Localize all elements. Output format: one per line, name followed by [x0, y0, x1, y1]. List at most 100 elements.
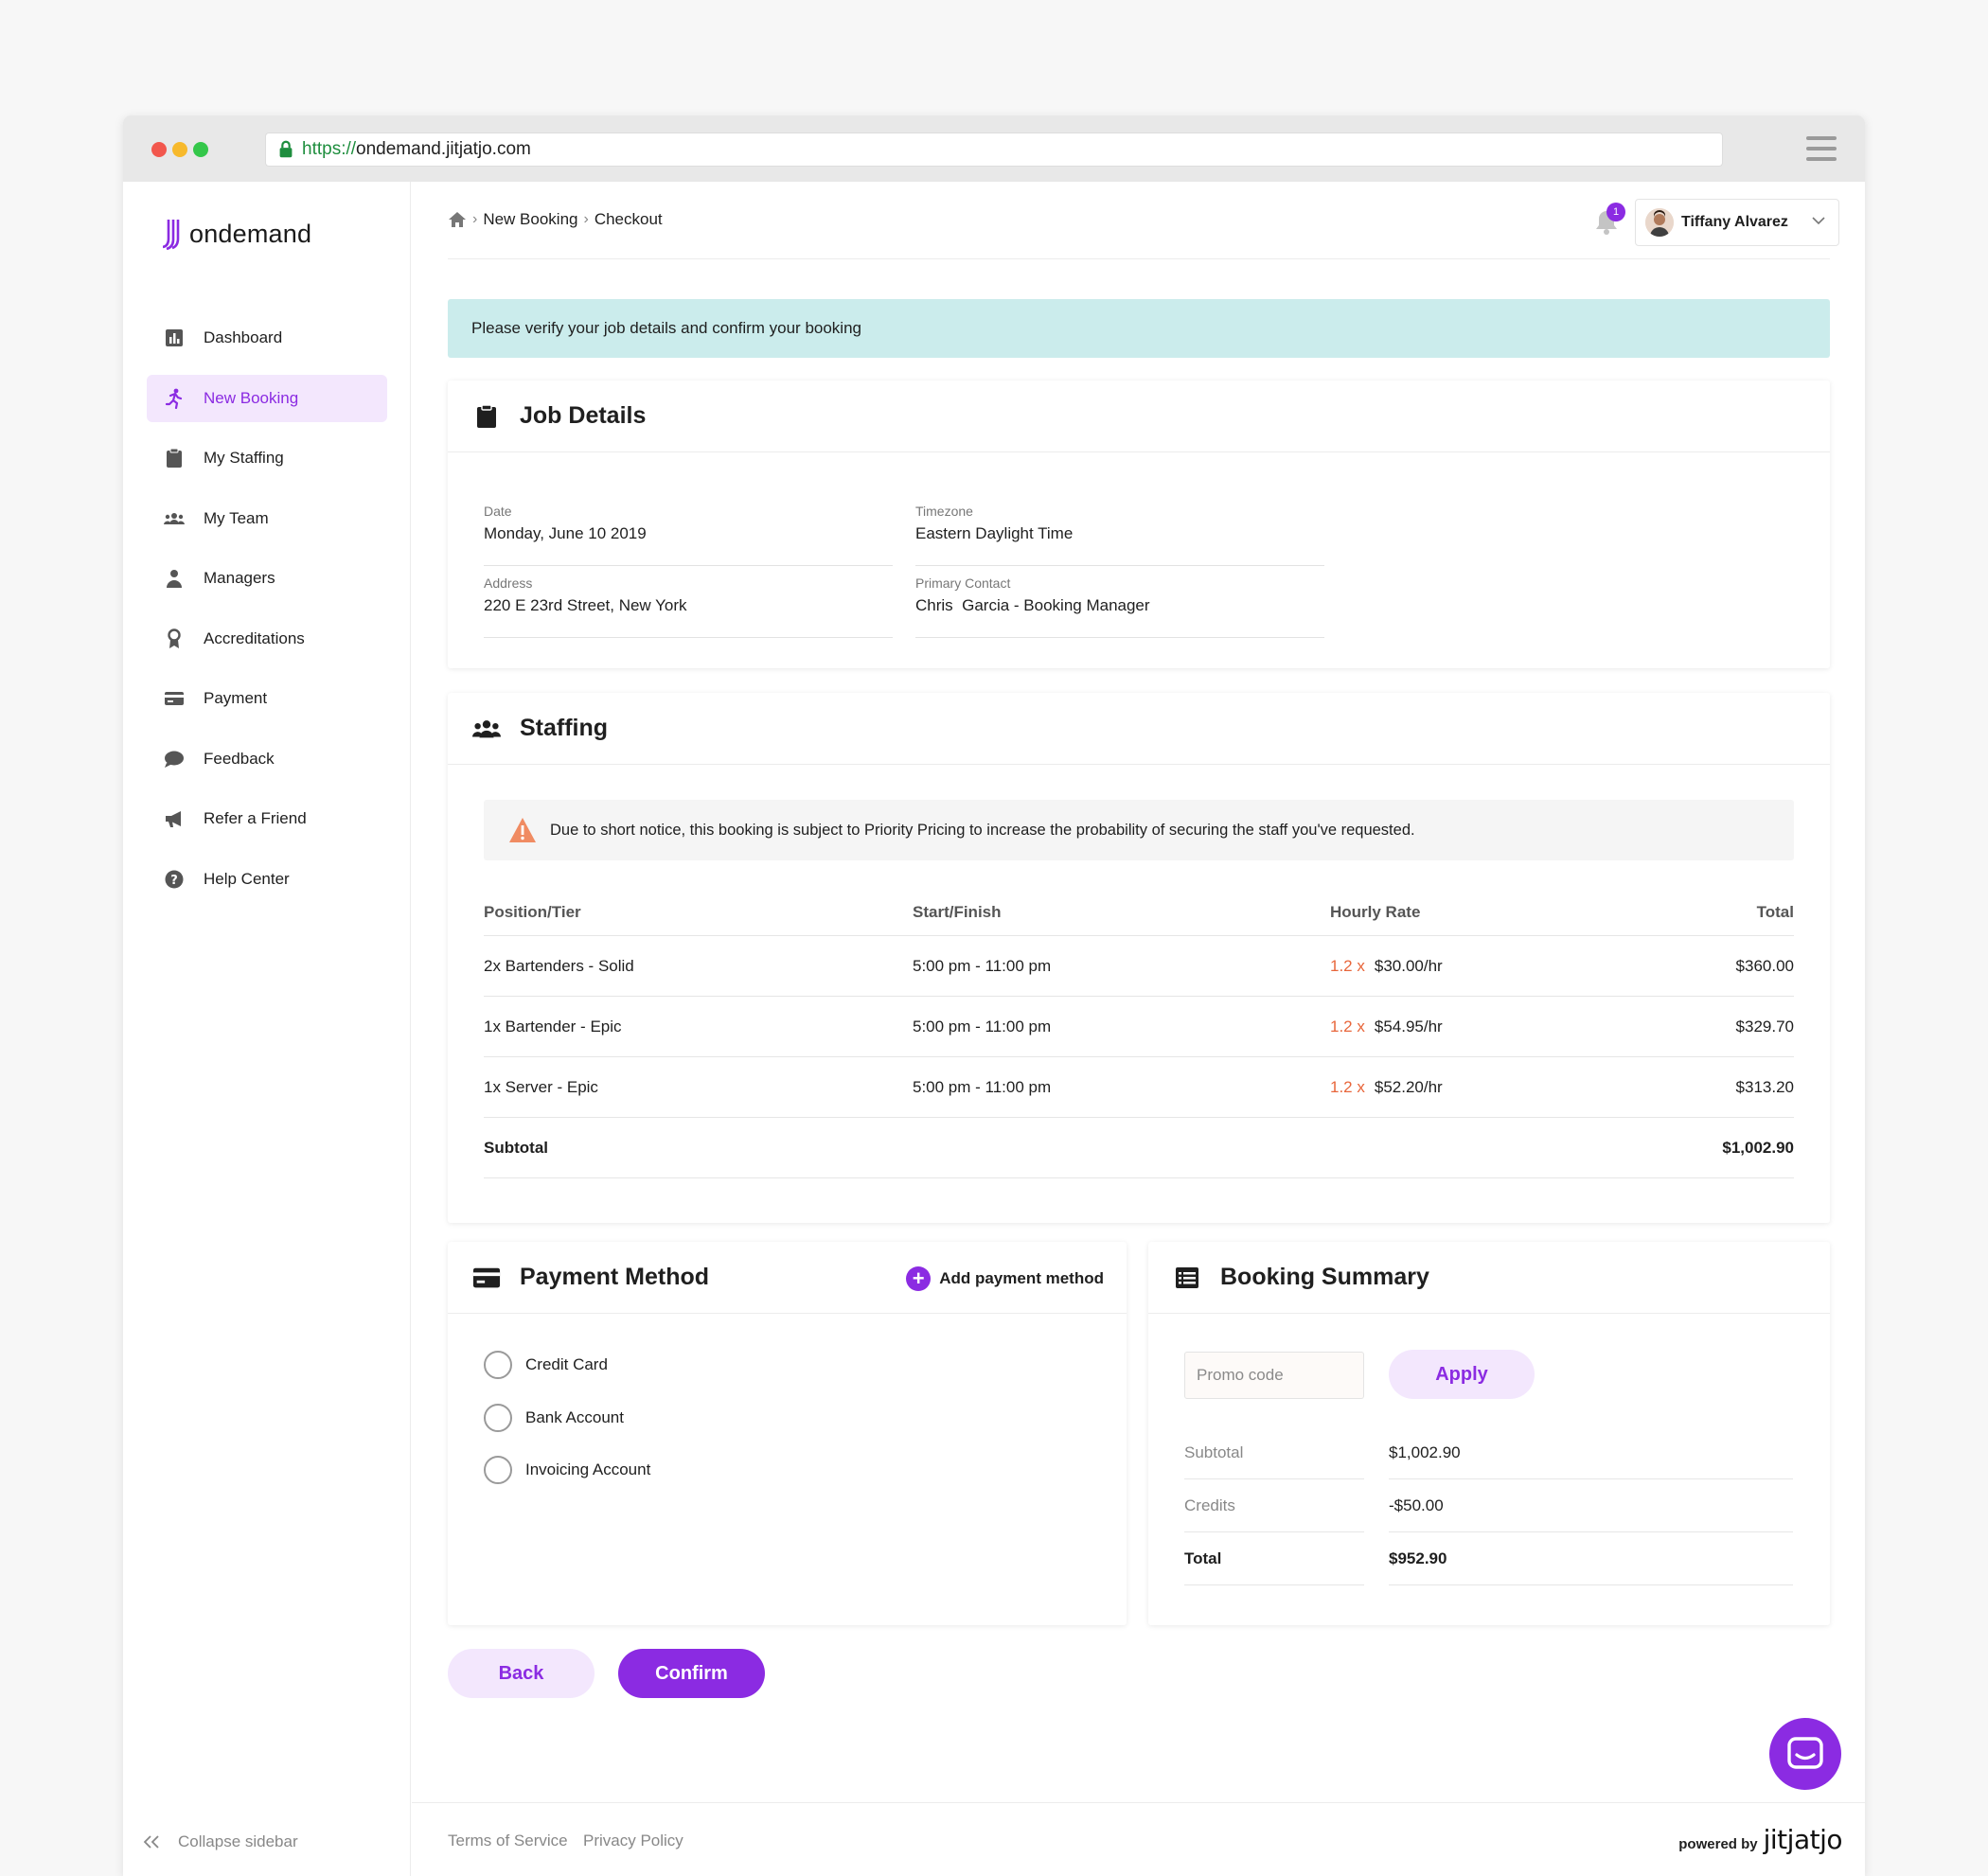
credit-card-icon: [472, 1264, 501, 1292]
url-host: ondemand.jitjatjo.com: [356, 139, 531, 159]
date-field: Date Monday, June 10 2019: [484, 504, 893, 566]
subtotal-value: $1,002.90: [1722, 1138, 1794, 1157]
summary-total-label: Total: [1184, 1532, 1364, 1585]
summary-credits-value: -$50.00: [1389, 1479, 1793, 1532]
position-cell: 2x Bartenders - Solid: [484, 956, 634, 975]
chat-widget-button[interactable]: [1769, 1718, 1841, 1790]
sidebar-item-feedback[interactable]: Feedback: [147, 735, 387, 783]
collapse-sidebar-button[interactable]: Collapse sidebar: [142, 1832, 298, 1851]
sidebar-item-label: My Team: [204, 508, 269, 527]
primary-contact-value: Chris Garcia - Booking Manager: [915, 596, 1150, 614]
breadcrumb-separator: ›: [583, 211, 589, 227]
warning-icon: [509, 818, 536, 842]
rate-multiplier: 1.2 x: [1330, 1077, 1365, 1096]
total-cell: $329.70: [1735, 1017, 1794, 1035]
url-scheme: https://: [302, 139, 357, 159]
apply-promo-button[interactable]: Apply: [1389, 1350, 1535, 1399]
date-value: Monday, June 10 2019: [484, 524, 647, 542]
priority-pricing-warning: Due to short notice, this booking is sub…: [484, 800, 1794, 860]
close-window-dot[interactable]: [151, 142, 167, 157]
breadcrumb-checkout: Checkout: [594, 210, 663, 228]
sidebar-item-label: Feedback: [204, 749, 275, 768]
bar-chart-icon: [164, 327, 185, 348]
breadcrumb: › New Booking › Checkout: [448, 210, 663, 229]
collapse-sidebar-label: Collapse sidebar: [178, 1832, 298, 1850]
booking-summary-header: Booking Summary: [1148, 1242, 1830, 1314]
payment-method-header: Payment Method + Add payment method: [448, 1242, 1127, 1314]
staffing-header: Staffing: [448, 693, 1830, 765]
sidebar-item-label: New Booking: [204, 388, 299, 407]
position-cell: 1x Server - Epic: [484, 1077, 598, 1096]
sidebar-item-label: Managers: [204, 569, 275, 587]
maximize-window-dot[interactable]: [193, 142, 208, 157]
notification-badge: 1: [1606, 203, 1625, 221]
radio-button[interactable]: [484, 1404, 512, 1432]
user-menu[interactable]: Tiffany Alvarez: [1635, 199, 1839, 246]
payment-method-card: Payment Method + Add payment method Cred…: [448, 1242, 1127, 1625]
booking-summary-card: Booking Summary Apply Subtotal $1,002.90…: [1148, 1242, 1830, 1625]
breadcrumb-new-booking[interactable]: New Booking: [483, 210, 577, 229]
payment-option-credit-card[interactable]: Credit Card: [484, 1351, 608, 1379]
job-details-header: Job Details: [448, 381, 1830, 452]
add-payment-method-button[interactable]: + Add payment method: [906, 1266, 1104, 1291]
hourly-rate: $54.95/hr: [1374, 1017, 1443, 1035]
time-cell: 5:00 pm - 11:00 pm: [913, 1077, 1052, 1096]
minimize-window-dot[interactable]: [172, 142, 187, 157]
job-details-card: Job Details Date Monday, June 10 2019 Ti…: [448, 381, 1830, 668]
privacy-policy-link[interactable]: Privacy Policy: [583, 1832, 683, 1850]
payment-option-label: Credit Card: [525, 1355, 608, 1373]
megaphone-icon: [164, 808, 185, 829]
hourly-rate: $30.00/hr: [1374, 956, 1443, 975]
jitjatjo-logo[interactable]: jitjatjo: [1764, 1824, 1843, 1855]
sidebar-item-managers[interactable]: Managers: [147, 555, 387, 602]
table-row: 2x Bartenders - Solid 5:00 pm - 11:00 pm…: [484, 936, 1794, 997]
sidebar-item-new-booking[interactable]: New Booking: [147, 374, 387, 422]
sidebar-item-refer-a-friend[interactable]: Refer a Friend: [147, 795, 387, 842]
list-icon: [1173, 1264, 1201, 1292]
promo-code-input[interactable]: [1184, 1352, 1364, 1399]
chat-icon: [1787, 1737, 1823, 1769]
avatar: [1645, 208, 1674, 237]
svg-text:?: ?: [170, 874, 178, 888]
payment-option-label: Invoicing Account: [525, 1460, 651, 1478]
back-button[interactable]: Back: [448, 1649, 595, 1698]
question-icon: ?: [164, 869, 185, 890]
sidebar-item-dashboard[interactable]: Dashboard: [147, 314, 387, 362]
address-label: Address: [484, 575, 533, 591]
column-header-position: Position/Tier: [484, 902, 581, 921]
radio-button[interactable]: [484, 1456, 512, 1484]
speech-bubble-icon: [164, 749, 185, 770]
confirm-button[interactable]: Confirm: [618, 1649, 765, 1698]
sidebar: ondemand Dashboard New Booking My Staffi…: [123, 182, 411, 1876]
payment-option-bank-account[interactable]: Bank Account: [484, 1404, 624, 1432]
column-header-start-finish: Start/Finish: [913, 902, 1002, 921]
column-header-total: Total: [1756, 902, 1794, 921]
verify-notice-text: Please verify your job details and confi…: [471, 319, 861, 337]
powered-by: powered by jitjatjo: [1678, 1824, 1842, 1855]
add-payment-method-label: Add payment method: [939, 1269, 1104, 1287]
sidebar-item-accreditations[interactable]: Accreditations: [147, 615, 387, 663]
sidebar-nav: Dashboard New Booking My Staffing My Tea…: [147, 314, 387, 915]
timezone-value: Eastern Daylight Time: [915, 524, 1074, 542]
ondemand-logo-icon: [163, 220, 180, 250]
sidebar-item-my-staffing[interactable]: My Staffing: [147, 434, 387, 482]
notifications-button[interactable]: 1: [1593, 203, 1625, 237]
summary-total-row: Total $952.90: [1184, 1532, 1793, 1585]
radio-button[interactable]: [484, 1351, 512, 1379]
user-name: Tiffany Alvarez: [1681, 214, 1788, 230]
breadcrumb-separator: ›: [472, 211, 478, 227]
time-cell: 5:00 pm - 11:00 pm: [913, 1017, 1052, 1035]
primary-contact-label: Primary Contact: [915, 575, 1011, 591]
sidebar-item-payment[interactable]: Payment: [147, 675, 387, 722]
terms-of-service-link[interactable]: Terms of Service: [448, 1832, 568, 1850]
address-bar[interactable]: https://ondemand.jitjatjo.com: [265, 133, 1723, 167]
sidebar-item-label: Accreditations: [204, 628, 305, 647]
sidebar-item-my-team[interactable]: My Team: [147, 495, 387, 542]
browser-menu-icon[interactable]: [1806, 136, 1837, 161]
plus-circle-icon: +: [906, 1266, 932, 1291]
app-logo[interactable]: ondemand: [163, 218, 311, 250]
home-icon[interactable]: [448, 211, 467, 228]
sidebar-item-label: Help Center: [204, 869, 290, 888]
sidebar-item-help-center[interactable]: ? Help Center: [147, 856, 387, 903]
payment-option-invoicing-account[interactable]: Invoicing Account: [484, 1456, 650, 1484]
